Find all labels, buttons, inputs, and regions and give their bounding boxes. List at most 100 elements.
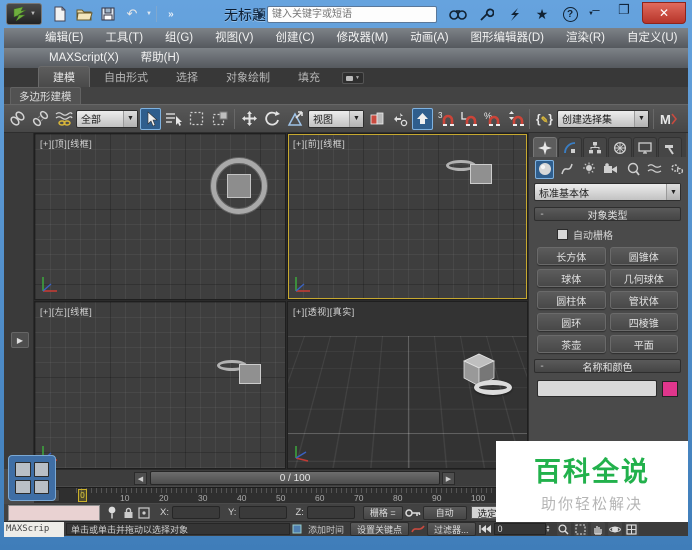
select-object-button[interactable] [140,108,161,130]
select-and-link-button[interactable] [7,108,28,130]
menu-customize[interactable]: 自定义(U) [616,28,688,48]
systems-category-button[interactable] [667,160,686,179]
use-pivot-center-button[interactable] [366,108,387,130]
autogrid-checkbox[interactable] [557,229,568,240]
absolute-offset-toggle-icon[interactable] [136,505,152,520]
helpers-category-button[interactable] [623,160,642,179]
viewport-label-left[interactable]: [+][左][线框] [40,305,92,318]
ribbon-tab-freeform[interactable]: 自由形式 [90,67,162,87]
selection-filter-dropdown[interactable]: 全部 ▼ [76,110,138,128]
application-menu-button[interactable]: ▼ [6,3,42,25]
bind-to-space-warp-button[interactable] [53,108,74,130]
select-and-scale-button[interactable] [285,108,306,130]
menu-views[interactable]: 视图(V) [204,28,264,48]
viewport-perspective[interactable]: [+][透视][真实] [287,301,528,469]
menu-create[interactable]: 创建(C) [264,28,325,48]
time-slider[interactable]: 0 / 100 [150,471,440,485]
tab-display[interactable] [633,137,657,157]
previous-frame-arrow[interactable]: ◀ [134,472,147,485]
open-file-button[interactable] [74,4,94,24]
menu-modifiers[interactable]: 修改器(M) [325,28,399,48]
tab-create[interactable] [533,137,557,157]
current-frame-field[interactable] [494,523,546,535]
window-crossing-toggle-button[interactable] [209,108,230,130]
box-object-left-view[interactable] [239,364,261,384]
rectangular-selection-region-button[interactable] [186,108,207,130]
auto-key-key-icon[interactable] [403,505,423,520]
maximize-viewport-toggle-icon[interactable] [625,522,639,536]
keyboard-shortcut-override-button[interactable] [412,108,433,130]
menu-group[interactable]: 组(G) [154,28,204,48]
mirror-button[interactable]: M [658,108,679,130]
ribbon-tab-object-paint[interactable]: 对象绘制 [212,67,284,87]
ribbon-tab-populate[interactable]: 填充 [284,67,334,87]
geometry-category-button[interactable] [535,160,554,179]
viewport-layout-tab[interactable] [8,455,56,501]
key-filters-button[interactable]: 过滤器... [427,522,476,536]
menu-help[interactable]: 帮助(H) [130,48,191,68]
cone-button[interactable]: 圆锥体 [610,247,679,265]
search-expand-icon[interactable] [258,11,264,19]
favorites-star-icon[interactable]: ★ [532,4,552,24]
go-to-start-icon[interactable] [476,523,494,536]
auto-key-button[interactable]: 自动 [423,506,467,520]
object-name-field[interactable] [537,380,657,397]
shapes-category-button[interactable] [557,160,576,179]
menu-maxscript[interactable]: MAXScript(X) [38,48,130,68]
percent-snap-toggle-button[interactable]: % [481,108,502,130]
torus-button[interactable]: 圆环 [537,313,606,331]
snaps-toggle-3d-button[interactable]: 3 [435,108,456,130]
search-input[interactable] [267,6,437,23]
tube-button[interactable]: 管状体 [610,291,679,309]
object-color-swatch[interactable] [662,381,678,397]
tab-utilities[interactable] [658,137,682,157]
x-coordinate-field[interactable] [172,506,220,519]
angle-snap-toggle-button[interactable] [458,108,479,130]
minimize-button[interactable]: – [586,2,606,17]
box-button[interactable]: 长方体 [537,247,606,265]
geosphere-button[interactable]: 几何球体 [610,269,679,287]
edit-named-selection-sets-button[interactable]: {✎} [534,108,555,130]
help-icon[interactable]: ? [560,4,580,24]
menu-graph-editors[interactable]: 图形编辑器(D) [460,28,555,48]
pan-hand-icon[interactable] [591,522,605,536]
plane-button[interactable]: 平面 [610,335,679,353]
set-key-button[interactable]: 设置关键点 [350,522,409,536]
select-and-move-button[interactable] [239,108,260,130]
maximize-button[interactable]: ❐ [614,2,634,18]
search-binoculars-icon[interactable] [448,4,468,24]
select-by-name-button[interactable] [163,108,184,130]
select-and-rotate-button[interactable] [262,108,283,130]
isolate-selection-icon[interactable] [104,505,120,520]
communication-center-icon[interactable] [504,4,524,24]
ribbon-panel-polygon-modeling[interactable]: 多边形建模 [10,87,81,105]
name-color-rollout[interactable]: - 名称和颜色 [534,359,681,373]
spinner-snap-toggle-button[interactable] [504,108,525,130]
zoom-icon[interactable] [557,522,571,536]
track-bar[interactable]: 0 10 20 30 40 50 60 70 80 90 100 [34,487,528,503]
selection-lock-icon[interactable] [120,505,136,520]
next-frame-arrow[interactable]: ▶ [442,472,455,485]
tab-hierarchy[interactable] [583,137,607,157]
new-file-button[interactable] [50,4,70,24]
sphere-button[interactable]: 球体 [537,269,606,287]
maxscript-listener-label[interactable]: MAXScrip [4,522,64,537]
object-type-rollout[interactable]: - 对象类型 [534,207,681,221]
viewport-label-front[interactable]: [+][前][线框] [293,137,345,150]
save-file-button[interactable] [98,4,118,24]
unlink-selection-button[interactable] [30,108,51,130]
cylinder-button[interactable]: 圆柱体 [537,291,606,309]
teapot-button[interactable]: 茶壶 [537,335,606,353]
reference-coordinate-dropdown[interactable]: 视图 ▼ [308,110,364,128]
viewport-front[interactable]: [+][前][线框] [287,133,528,300]
set-key-curve-icon[interactable] [409,523,427,536]
grid-setting-button[interactable]: 栅格 = [363,506,403,520]
subscription-wrench-icon[interactable] [476,4,496,24]
cameras-category-button[interactable] [601,160,620,179]
undo-button[interactable]: ↶ [122,4,142,24]
zoom-region-icon[interactable] [574,522,588,536]
viewport-label-top[interactable]: [+][顶][线框] [40,137,92,150]
viewport-top[interactable]: [+][顶][线框] [34,133,286,300]
menu-rendering[interactable]: 渲染(R) [555,28,616,48]
frame-spinner[interactable]: ▲▼ [546,525,551,533]
